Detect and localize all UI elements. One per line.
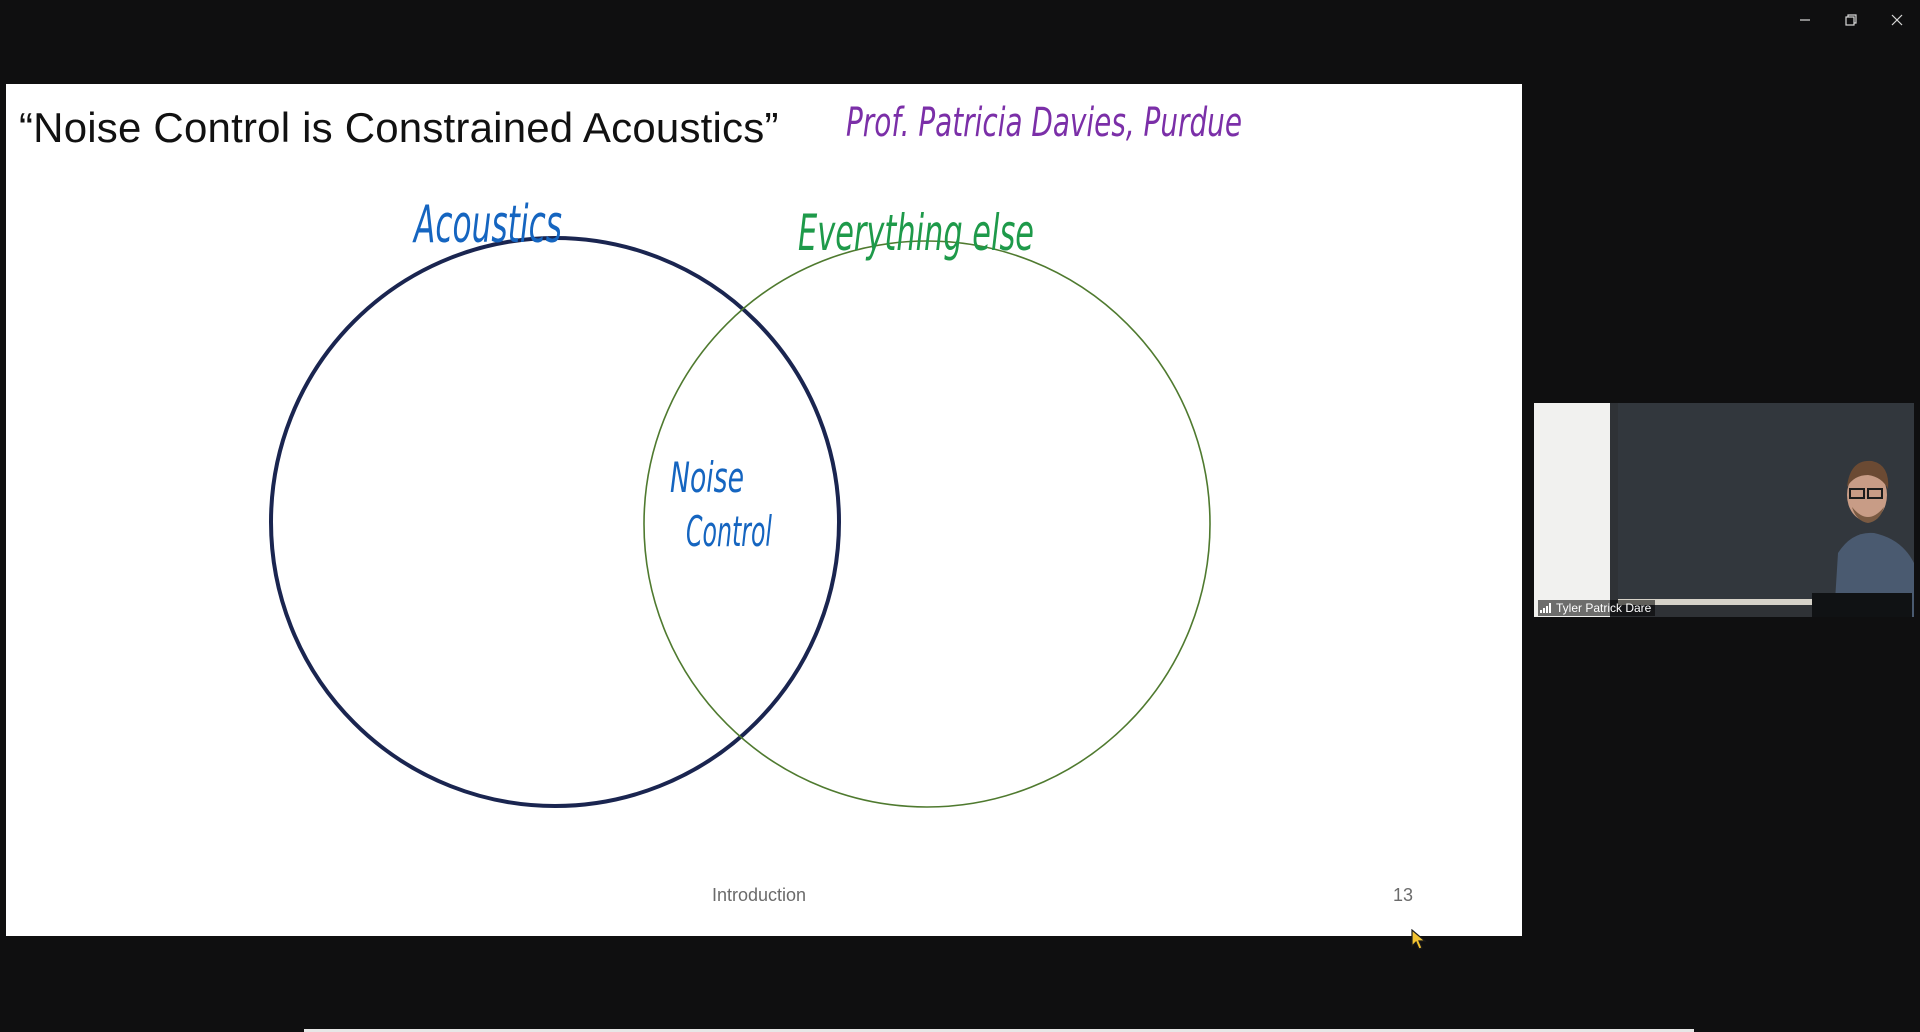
participant-video-tile[interactable]: Tyler Patrick Dare [1534,403,1914,617]
everything-else-label: Everything else [798,204,1034,262]
signal-bars-icon [1540,603,1551,613]
minimize-button[interactable] [1782,0,1828,40]
shared-slide: Prof. Patricia Davies, Purdue Acoustics … [6,84,1522,950]
window-controls [1782,0,1920,40]
attribution-annotation: Prof. Patricia Davies, Purdue [846,100,1242,146]
close-button[interactable] [1874,0,1920,40]
slide-title: “Noise Control is Constrained Acoustics” [19,104,779,151]
slide-drawing: Prof. Patricia Davies, Purdue Acoustics … [269,100,1242,808]
meeting-window: Prof. Patricia Davies, Purdue Acoustics … [0,0,1920,1032]
restore-button[interactable] [1828,0,1874,40]
pointer-cursor-icon [1411,929,1427,950]
presenter-figure [1834,460,1914,617]
participant-name: Tyler Patrick Dare [1556,601,1652,615]
participant-name-label: Tyler Patrick Dare [1538,600,1656,616]
video-background [1812,593,1912,617]
slide-footer: Introduction [712,885,807,905]
minimize-icon [1800,19,1810,21]
slide-number: 13 [1393,885,1414,905]
acoustics-label: Acoustics [412,195,562,255]
noise-label: Noise [670,453,744,502]
restore-icon [1845,14,1857,26]
control-label: Control [686,507,772,556]
close-icon [1891,14,1903,26]
